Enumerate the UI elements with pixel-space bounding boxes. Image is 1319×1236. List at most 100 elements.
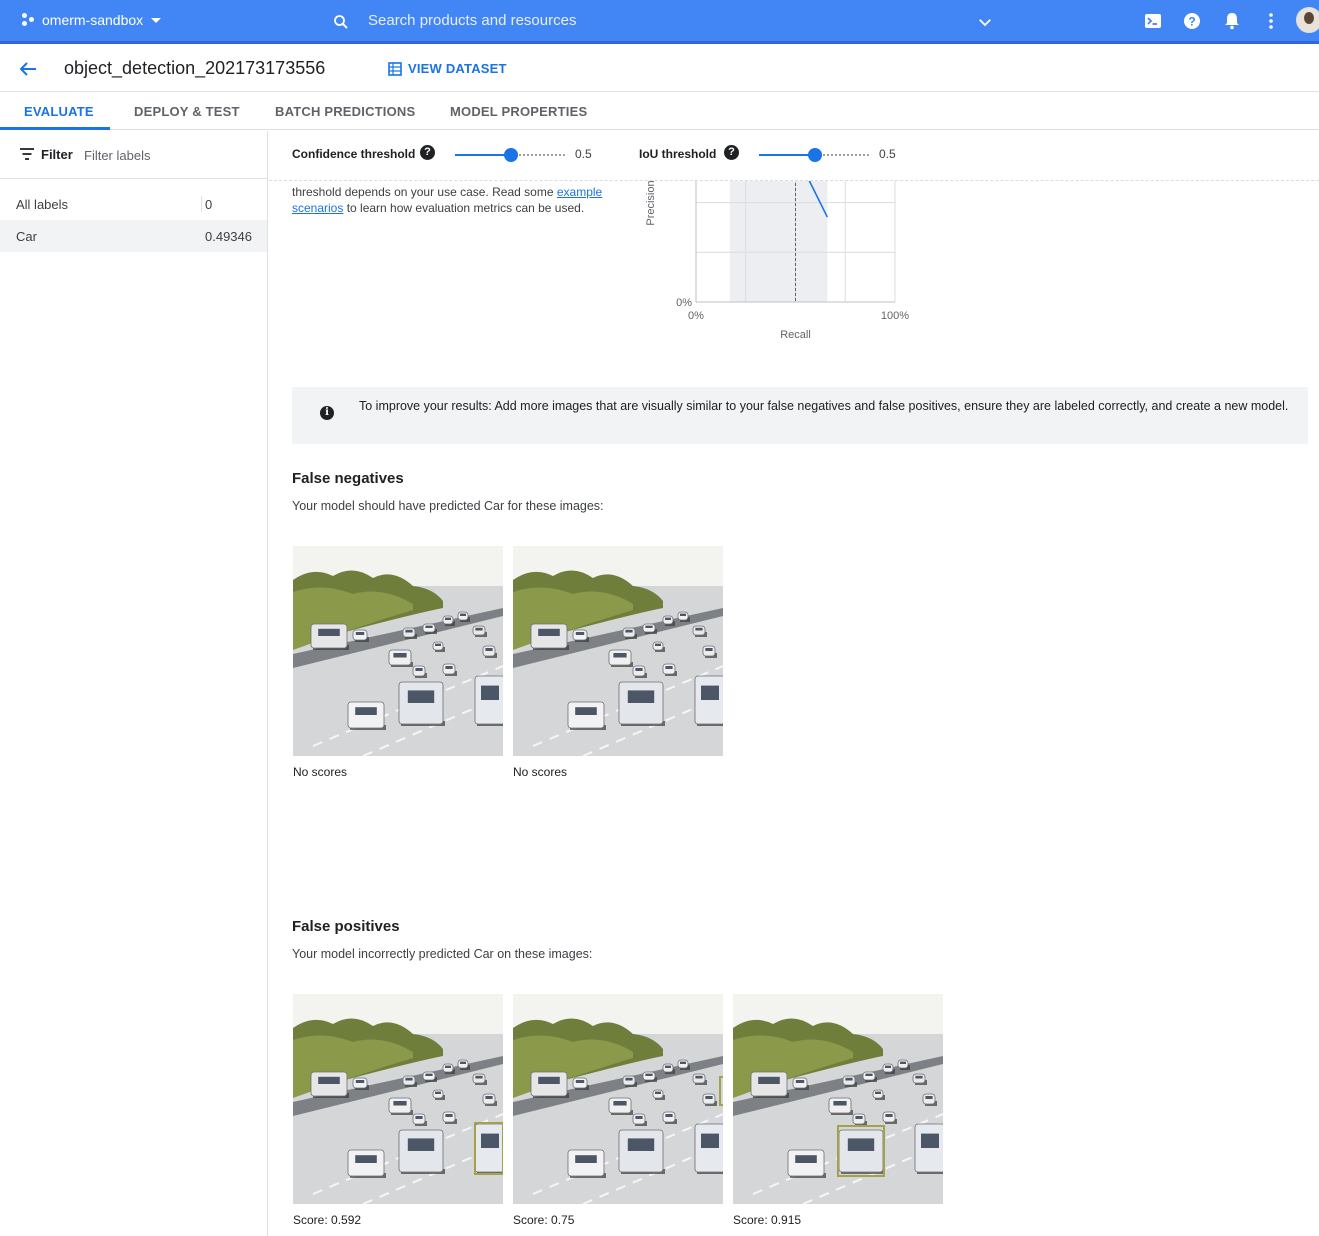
false-positive-image[interactable]	[733, 994, 943, 1204]
example-scenarios-link-cont[interactable]: scenarios	[292, 201, 343, 215]
car-window	[865, 1073, 873, 1076]
title-row: object_detection_202173173556 VIEW DATAS…	[0, 47, 1319, 92]
car-window	[435, 643, 441, 646]
car-window	[485, 648, 493, 651]
car-window	[393, 653, 407, 658]
car-window	[407, 1138, 435, 1151]
car-window	[855, 1116, 863, 1119]
false-positive-image[interactable]	[293, 994, 503, 1204]
car-window	[645, 625, 653, 628]
car-window	[627, 690, 655, 703]
car-window	[758, 1076, 780, 1084]
info-icon: i	[320, 406, 334, 420]
car-window	[318, 628, 340, 636]
car-window	[665, 666, 673, 669]
filter-labels-input[interactable]: Filter labels	[84, 148, 150, 163]
label-name: All labels	[16, 197, 69, 212]
bounding-box	[719, 1076, 723, 1106]
bounding-box	[474, 1122, 503, 1175]
car-window	[445, 1114, 453, 1117]
help-icon[interactable]: ?	[1182, 11, 1202, 31]
car-window	[680, 613, 686, 616]
image-caption: Score: 0.75	[513, 1213, 575, 1227]
car-window	[318, 1076, 340, 1084]
tab-batch-predictions[interactable]: BATCH PREDICTIONS	[275, 104, 415, 119]
car-window	[680, 1061, 686, 1064]
search-bar[interactable]: Search products and resources	[320, 0, 1000, 44]
slider-fill	[455, 154, 511, 156]
more-vert-icon[interactable]	[1261, 11, 1281, 31]
y-axis-label: Precision	[645, 181, 657, 226]
view-dataset-label: VIEW DATASET	[408, 61, 507, 76]
car-window	[625, 1077, 633, 1081]
car-window	[485, 1096, 493, 1099]
tab-deploy-test[interactable]: DEPLOY & TEST	[134, 104, 240, 119]
image-caption: No scores	[513, 765, 568, 779]
highway-image	[293, 994, 503, 1204]
notifications-icon[interactable]	[1222, 11, 1242, 31]
tab-model-properties[interactable]: MODEL PROPERTIES	[450, 104, 587, 119]
help-icon[interactable]: ?	[724, 145, 739, 160]
filter-label: Filter	[41, 147, 73, 162]
banner-text: To improve your results: Add more images…	[359, 399, 1289, 413]
car-window	[885, 1114, 893, 1117]
car-window	[875, 1091, 881, 1094]
label-value: 0	[205, 197, 213, 212]
car-window	[655, 643, 661, 646]
car-window	[355, 632, 365, 635]
slider-fill	[759, 154, 815, 156]
iou-threshold-slider[interactable]	[759, 148, 871, 162]
false-positives-subtitle: Your model incorrectly predicted Car on …	[292, 947, 593, 961]
project-name: omerm-sandbox	[42, 12, 144, 28]
car-window	[695, 1075, 703, 1079]
car-window	[665, 1114, 673, 1117]
label-row-car[interactable]: Car 0.49346	[0, 220, 267, 252]
car-window	[613, 1101, 627, 1106]
expand-search-icon[interactable]	[976, 13, 994, 31]
label-row-all[interactable]: All labels 0	[0, 188, 267, 220]
car-window	[665, 1065, 671, 1068]
chevron-down-icon	[151, 17, 162, 23]
false-negatives-subtitle: Your model should have predicted Car for…	[292, 499, 604, 513]
car-window	[538, 1076, 560, 1084]
iou-threshold-value: 0.5	[879, 147, 896, 161]
confidence-threshold-slider[interactable]	[455, 148, 567, 162]
car-window	[575, 1155, 597, 1163]
x-tick-label: 100%	[881, 310, 909, 322]
car-window	[613, 653, 627, 658]
view-dataset-button[interactable]: VIEW DATASET	[388, 61, 507, 76]
active-tab-indicator	[0, 127, 110, 130]
example-scenarios-link[interactable]: example	[557, 185, 602, 199]
tab-bar: EVALUATE DEPLOY & TEST BATCH PREDICTIONS…	[0, 92, 1319, 130]
car-window	[645, 1073, 653, 1076]
labels-panel: Filter Filter labels All labels 0 Car 0.…	[0, 131, 268, 1236]
project-selector[interactable]: omerm-sandbox	[22, 12, 162, 28]
car-window	[405, 629, 413, 633]
car-window	[445, 1065, 451, 1068]
threshold-controls: Confidence threshold ? 0.5 IoU threshold…	[269, 131, 1319, 181]
search-input[interactable]: Search products and resources	[368, 12, 576, 29]
cloud-shell-icon[interactable]	[1143, 11, 1163, 31]
column-divider	[201, 196, 202, 212]
tab-evaluate[interactable]: EVALUATE	[24, 104, 94, 119]
slider-handle[interactable]	[504, 148, 518, 162]
avatar[interactable]	[1296, 7, 1319, 33]
car-window	[538, 628, 560, 636]
car-window	[405, 1077, 413, 1081]
car-window	[575, 1080, 585, 1083]
false-positives-heading: False positives	[292, 918, 400, 935]
false-negative-image[interactable]	[513, 546, 723, 756]
car-window	[393, 1101, 407, 1106]
back-arrow-icon[interactable]	[18, 59, 38, 79]
x-axis-label: Recall	[780, 329, 811, 341]
help-icon[interactable]: ?	[420, 145, 435, 160]
false-negative-image[interactable]	[293, 546, 503, 756]
car-window	[625, 629, 633, 633]
car-window	[921, 1133, 939, 1148]
false-positive-image[interactable]	[513, 994, 723, 1204]
car-window	[475, 627, 483, 631]
highway-image	[513, 546, 723, 756]
image-caption: No scores	[293, 765, 348, 779]
slider-handle[interactable]	[808, 148, 822, 162]
car-window	[635, 1116, 643, 1119]
